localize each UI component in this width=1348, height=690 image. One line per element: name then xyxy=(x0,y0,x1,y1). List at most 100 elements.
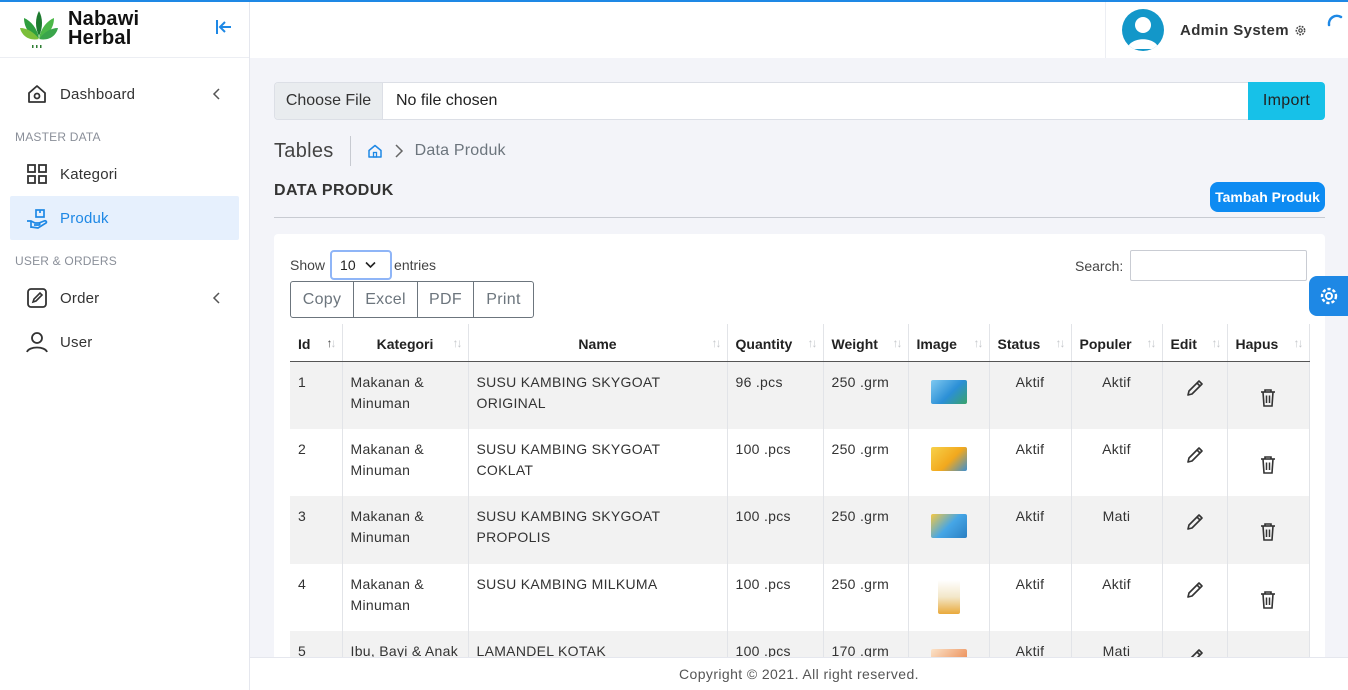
sidebar-item-label: Order xyxy=(60,289,100,307)
sort-icon: ↑↓ xyxy=(1293,336,1304,350)
user-menu[interactable]: Admin System xyxy=(1105,2,1348,58)
chevron-down-icon xyxy=(365,261,376,269)
table-row: 2 Makanan & Minuman SUSU KAMBING SKYGOAT C… xyxy=(290,428,1310,496)
user-name: Admin System xyxy=(1180,21,1289,39)
collapse-sidebar-icon[interactable] xyxy=(214,17,234,37)
column-header-edit[interactable]: Edit ↑↓ xyxy=(1162,324,1228,362)
copy-button[interactable]: Copy xyxy=(290,281,354,318)
edit-pencil-icon[interactable] xyxy=(1185,580,1205,600)
cell-edit xyxy=(1162,428,1228,496)
cell-populer: Aktif xyxy=(1071,428,1163,496)
chevron-left-icon xyxy=(212,292,220,304)
edit-pencil-icon[interactable] xyxy=(1185,378,1205,398)
cell-status: Aktif xyxy=(989,496,1072,564)
cell-hapus xyxy=(1227,496,1310,564)
cell-edit xyxy=(1162,361,1228,429)
import-button[interactable]: Import xyxy=(1248,82,1325,120)
sidebar-item-label: Kategori xyxy=(60,165,118,183)
product-image-blue-yellow-box xyxy=(930,514,967,538)
sidebar-item-kategori[interactable]: Kategori xyxy=(10,152,239,196)
product-hand-icon xyxy=(25,206,49,230)
file-input[interactable]: Choose File No file chosen xyxy=(274,82,1248,120)
trash-icon[interactable] xyxy=(1259,455,1277,475)
cell-id: 1 xyxy=(290,361,343,429)
edit-pencil-icon[interactable] xyxy=(1185,445,1205,465)
product-image-blue-box xyxy=(930,379,967,404)
column-header-image[interactable]: Image ↑↓ xyxy=(908,324,990,362)
trash-icon[interactable] xyxy=(1259,590,1277,610)
sidebar-item-order[interactable]: Order xyxy=(10,276,239,320)
sidebar-item-user[interactable]: User xyxy=(10,320,239,364)
column-header-status[interactable]: Status ↑↓ xyxy=(989,324,1072,362)
product-image-yellow-box xyxy=(930,446,967,471)
show-label: Show xyxy=(290,257,326,273)
cell-name: SUSU KAMBING MILKUMA xyxy=(468,563,728,631)
cell-quantity: 100 .pcs xyxy=(727,563,824,631)
trash-icon[interactable] xyxy=(1259,388,1277,408)
cell-status: Aktif xyxy=(989,428,1072,496)
user-icon xyxy=(25,330,49,354)
section-label-master-data: MASTER DATA xyxy=(15,130,101,144)
edit-pencil-icon[interactable] xyxy=(1185,512,1205,532)
sidebar-item-dashboard[interactable]: Dashboard xyxy=(10,72,239,116)
entries-select-value: 10 xyxy=(340,257,356,273)
sidebar-item-produk[interactable]: Produk xyxy=(10,196,239,240)
sidebar-item-label: Produk xyxy=(60,209,109,227)
cell-image xyxy=(908,361,990,429)
sort-icon: ↑↓ xyxy=(1055,336,1066,350)
cell-status: Aktif xyxy=(989,563,1072,631)
cell-name: SUSU KAMBING SKYGOAT COKLAT xyxy=(468,428,728,496)
print-button[interactable]: Print xyxy=(473,281,534,318)
section-divider xyxy=(274,217,1325,218)
gear-icon[interactable] xyxy=(1294,24,1307,37)
cell-id: 4 xyxy=(290,563,343,631)
search-input[interactable] xyxy=(1130,250,1308,281)
cell-weight: 250 .grm xyxy=(823,428,909,496)
excel-button[interactable]: Excel xyxy=(353,281,418,318)
sidebar: Nabawi Herbal Dashboard MASTER DATA Kate… xyxy=(0,0,250,690)
add-product-button[interactable]: Tambah Produk xyxy=(1210,182,1325,212)
sidebar-item-label: Dashboard xyxy=(60,85,136,103)
settings-fab-button[interactable] xyxy=(1309,276,1348,316)
cell-weight: 250 .grm xyxy=(823,563,909,631)
cell-id: 2 xyxy=(290,428,343,496)
brand[interactable]: Nabawi Herbal xyxy=(0,0,249,58)
product-image-milkuma xyxy=(937,579,960,614)
file-import-row: Choose File No file chosen Import xyxy=(274,82,1325,120)
column-header-populer[interactable]: Populer ↑↓ xyxy=(1071,324,1163,362)
column-header-id[interactable]: Id ↑↓ xyxy=(290,324,343,362)
cell-name: SUSU KAMBING SKYGOAT PROPOLIS xyxy=(468,496,728,564)
cell-hapus xyxy=(1227,428,1310,496)
trash-icon[interactable] xyxy=(1259,522,1277,542)
cell-populer: Mati xyxy=(1071,496,1163,564)
cell-kategori: Makanan & Minuman xyxy=(342,428,469,496)
table-header-row: Id ↑↓ Kategori ↑↓ Name ↑↓ Quantity ↑↓ Weight… xyxy=(290,324,1310,362)
cell-image xyxy=(908,563,990,631)
column-header-name[interactable]: Name ↑↓ xyxy=(468,324,728,362)
footer: Copyright © 2021. All right reserved. xyxy=(250,657,1348,690)
export-buttons: Copy Excel PDF Print xyxy=(290,281,534,318)
table-row: 1 Makanan & Minuman SUSU KAMBING SKYGOAT O… xyxy=(290,361,1310,429)
length-control: Show 10 entries xyxy=(290,250,436,280)
cell-quantity: 100 .pcs xyxy=(727,496,824,564)
cell-id: 3 xyxy=(290,496,343,564)
column-header-weight[interactable]: Weight ↑↓ xyxy=(823,324,909,362)
choose-file-button[interactable]: Choose File xyxy=(275,83,383,119)
section-label-user-orders: USER & ORDERS xyxy=(15,254,117,268)
column-header-kategori[interactable]: Kategori ↑↓ xyxy=(342,324,469,362)
cell-image xyxy=(908,496,990,564)
sort-asc-icon: ↑↓ xyxy=(326,336,337,350)
column-header-hapus[interactable]: Hapus ↑↓ xyxy=(1227,324,1310,362)
cell-weight: 250 .grm xyxy=(823,496,909,564)
cell-quantity: 96 .pcs xyxy=(727,361,824,429)
cell-populer: Aktif xyxy=(1071,563,1163,631)
cell-hapus xyxy=(1227,563,1310,631)
entries-select[interactable]: 10 xyxy=(330,250,393,280)
sort-icon: ↑↓ xyxy=(892,336,903,350)
column-header-quantity[interactable]: Quantity ↑↓ xyxy=(727,324,824,362)
cell-status: Aktif xyxy=(989,361,1072,429)
cell-image xyxy=(908,428,990,496)
pdf-button[interactable]: PDF xyxy=(417,281,474,318)
home-icon[interactable] xyxy=(367,143,383,159)
gear-icon xyxy=(1320,287,1337,305)
